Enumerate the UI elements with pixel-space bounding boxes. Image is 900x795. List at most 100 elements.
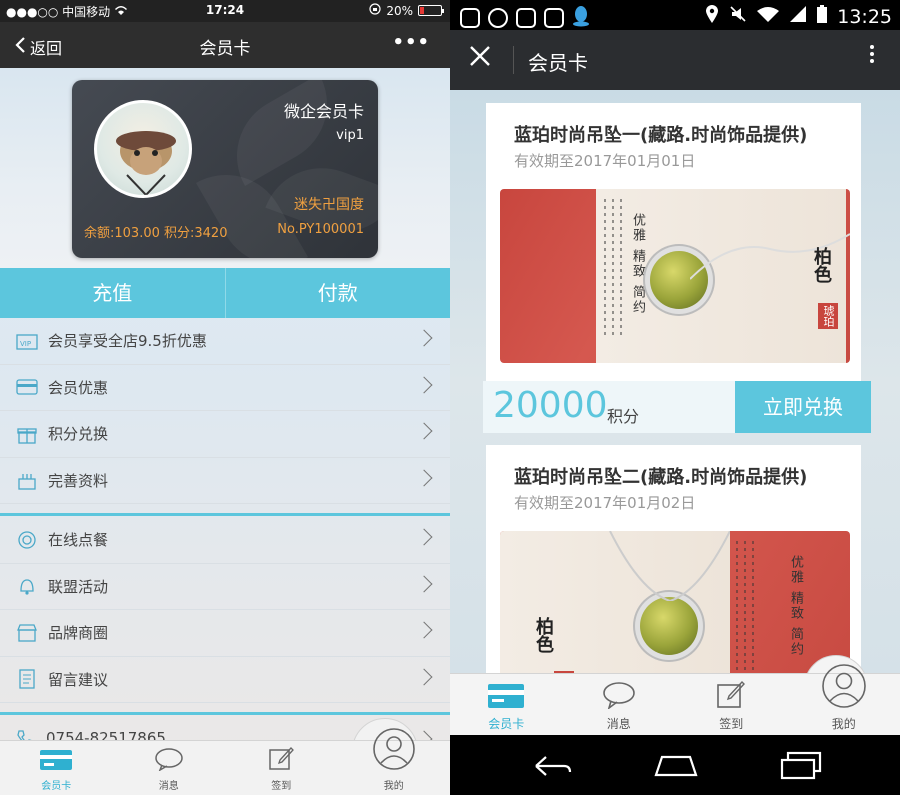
gift-valid-date: 有效期至2017年01月01日 — [514, 152, 696, 170]
decorative-text-column — [744, 541, 746, 673]
menu-item-feedback[interactable]: 留言建议 — [0, 657, 450, 703]
chevron-right-icon — [415, 528, 433, 546]
product-motto: 优雅 精致 简约 — [788, 555, 803, 658]
menu-item-complete-profile[interactable]: 完善资料 — [0, 458, 450, 504]
chevron-right-icon — [415, 376, 433, 393]
recent-apps-icon[interactable] — [780, 751, 824, 785]
card-number: No.PY100001 — [277, 222, 364, 237]
tab-label: 我的 — [831, 717, 856, 731]
gift-card[interactable]: 蓝珀时尚吊坠一(藏路.时尚饰品提供) 有效期至2017年01月01日 优雅 精致… — [486, 103, 861, 381]
decorative-text-column — [612, 199, 614, 339]
decorative-text-column — [736, 541, 738, 673]
member-card[interactable]: 微企会员卡 vip1 迷失卍国度 余额:103.00 积分:3420 No.PY… — [72, 80, 378, 258]
chat-bubble-icon — [154, 747, 184, 775]
menu-item-label: 在线点餐 — [48, 531, 109, 550]
battery-percent: 20% — [386, 3, 413, 18]
back-icon[interactable] — [528, 753, 572, 783]
points-value: 20000 — [493, 385, 608, 426]
app-notification-icon — [460, 8, 480, 28]
app-notification-icon — [488, 8, 508, 28]
more-menu-button[interactable] — [870, 42, 876, 66]
home-icon[interactable] — [652, 753, 700, 783]
nav-divider — [513, 46, 514, 74]
wifi-icon — [757, 6, 780, 28]
tab-checkin[interactable]: 签到 — [675, 674, 788, 735]
tab-label: 我的 — [383, 781, 404, 792]
order-icon — [16, 529, 38, 551]
tab-checkin[interactable]: 签到 — [225, 741, 338, 795]
menu-item-online-order[interactable]: 在线点餐 — [0, 517, 450, 564]
decorative-text-column — [752, 541, 754, 673]
location-icon — [705, 4, 719, 29]
menu-item-label: 品牌商圈 — [48, 624, 109, 643]
user-icon — [372, 727, 416, 775]
android-screen: 13:25 会员卡 蓝珀时尚吊坠一(藏路.时尚饰品提供) 有效期至2017年01… — [450, 0, 900, 795]
menu-item-brand-district[interactable]: 品牌商圈 — [0, 610, 450, 657]
chevron-right-icon — [415, 469, 433, 486]
menu-section-divider — [0, 513, 450, 516]
gift-icon — [16, 423, 38, 445]
chevron-right-icon — [415, 329, 433, 347]
gift-feed: 蓝珀时尚吊坠一(藏路.时尚饰品提供) 有效期至2017年01月01日 优雅 精致… — [450, 90, 900, 673]
card-icon — [39, 749, 73, 775]
tab-messages[interactable]: 消息 — [113, 741, 226, 795]
card-icon — [487, 683, 525, 713]
chevron-right-icon — [415, 422, 433, 440]
tab-me[interactable]: 我的 — [338, 728, 451, 795]
ios-status-bar: ●●●○○ 中国移动 17:24 20% — [0, 0, 450, 22]
tab-me[interactable]: 我的 — [788, 664, 900, 735]
brand-seal: 琥珀 — [818, 303, 838, 329]
card-icon — [16, 376, 38, 398]
ios-nav-bar: 返回 会员卡 ••• — [0, 22, 450, 68]
card-balance: 余额:103.00 积分:3420 — [84, 226, 228, 241]
tab-label: 消息 — [158, 781, 179, 792]
redeem-button[interactable]: 立即兑换 — [735, 381, 871, 433]
recharge-button[interactable]: 充值 — [0, 268, 225, 318]
card-area: 微企会员卡 vip1 迷失卍国度 余额:103.00 积分:3420 No.PY… — [0, 68, 450, 268]
close-icon — [470, 46, 490, 66]
brand-mark: 柏色 — [811, 247, 832, 283]
close-button[interactable] — [468, 44, 492, 74]
app-notification-icon — [516, 8, 536, 28]
gift-image: 优雅 精致 简约 柏色 琥珀 — [500, 189, 850, 363]
more-button[interactable]: ••• — [392, 32, 430, 53]
decorative-text-column — [620, 199, 622, 339]
android-system-nav — [450, 735, 900, 795]
tab-label: 签到 — [271, 781, 292, 792]
menu-item-discount[interactable]: VIP 会员享受全店9.5折优惠 — [0, 318, 450, 365]
gift-card[interactable]: 蓝珀时尚吊坠二(藏路.时尚饰品提供) 有效期至2017年01月02日 优雅 精致… — [486, 445, 861, 673]
clock: 13:25 — [837, 5, 892, 28]
tab-label: 会员卡 — [41, 781, 72, 792]
gift-title: 蓝珀时尚吊坠一(藏路.时尚饰品提供) — [514, 125, 808, 146]
menu-item-member-offers[interactable]: 会员优惠 — [0, 365, 450, 411]
signal-icon — [789, 5, 807, 28]
gift-valid-date: 有效期至2017年01月02日 — [514, 494, 696, 512]
chevron-right-icon — [415, 621, 433, 639]
product-motto: 优雅 精致 简约 — [630, 213, 645, 316]
pay-button[interactable]: 付款 — [226, 268, 451, 318]
tab-member-card[interactable]: 会员卡 — [0, 741, 113, 795]
menu-item-alliance-events[interactable]: 联盟活动 — [0, 564, 450, 610]
menu-item-label: 完善资料 — [48, 471, 109, 490]
menu-item-label: 会员优惠 — [48, 378, 109, 397]
cake-icon — [16, 469, 38, 491]
edit-icon — [268, 745, 295, 775]
page-title: 会员卡 — [528, 51, 588, 75]
card-store-name: 迷失卍国度 — [294, 197, 364, 213]
tab-member-card[interactable]: 会员卡 — [450, 674, 563, 735]
tab-label: 会员卡 — [488, 717, 525, 731]
redeem-bar: 20000 积分 立即兑换 — [483, 381, 871, 433]
menu-group-benefits: VIP 会员享受全店9.5折优惠 会员优惠 积分兑换 完善资料 — [0, 318, 450, 504]
orientation-lock-icon — [369, 3, 381, 18]
user-icon — [821, 663, 867, 713]
android-status-bar: 13:25 — [450, 0, 900, 30]
mute-icon — [729, 5, 747, 28]
menu-item-points-exchange[interactable]: 积分兑换 — [0, 411, 450, 458]
edit-icon — [716, 679, 746, 713]
chevron-right-icon — [415, 575, 433, 592]
vip-icon: VIP — [16, 330, 38, 352]
action-bar: 充值 付款 — [0, 268, 450, 318]
tab-messages[interactable]: 消息 — [563, 674, 676, 735]
android-nav-bar: 会员卡 — [450, 30, 900, 90]
card-name: 微企会员卡 — [283, 102, 364, 121]
